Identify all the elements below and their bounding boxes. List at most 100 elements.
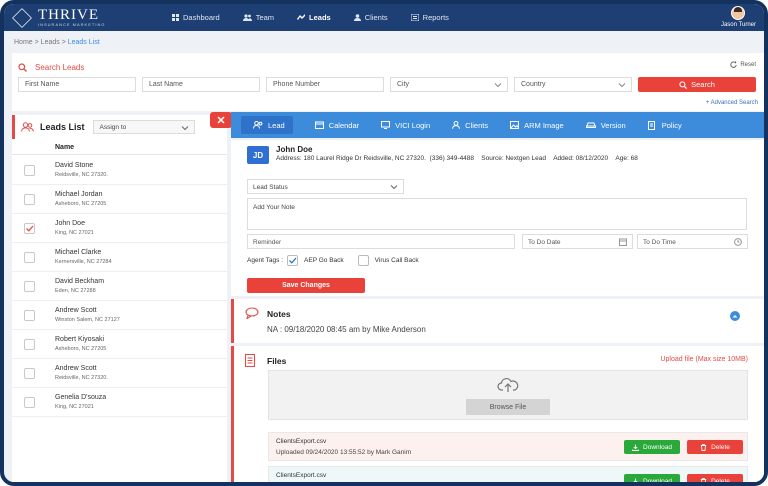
calendar-icon (619, 238, 627, 246)
todo-date-input[interactable]: To Do Date (522, 234, 633, 249)
city-select-label: City (397, 81, 410, 88)
nav-clients[interactable]: Clients (353, 13, 388, 22)
lead-checkbox[interactable] (24, 165, 35, 176)
lead-name: John Doe (276, 145, 313, 154)
users-icon (21, 122, 34, 132)
lead-name[interactable]: David Beckham (55, 278, 104, 285)
lead-checkbox[interactable] (24, 281, 35, 292)
download-label: Download (643, 477, 672, 485)
assign-to-select[interactable]: Assign to (92, 120, 195, 134)
lead-checkbox[interactable] (24, 223, 35, 234)
lead-row[interactable]: David Beckham Eden, NC 27288 (12, 272, 227, 301)
phone-input[interactable]: Phone Number (266, 77, 384, 92)
todo-time-input[interactable]: To Do Time (637, 234, 748, 249)
lead-checkbox[interactable] (24, 310, 35, 321)
advanced-search-link[interactable]: + Advanced Search (706, 100, 758, 106)
file-dropzone[interactable]: Browse File (268, 370, 748, 420)
download-button[interactable]: Download (624, 440, 680, 454)
nav-dashboard[interactable]: Dashboard (172, 13, 220, 22)
search-button[interactable]: Search (638, 77, 756, 92)
delete-button[interactable]: Delete (687, 474, 743, 482)
lead-name[interactable]: Andrew Scott (55, 365, 97, 372)
lead-row[interactable]: Michael Clarke Kernersville, NC 27284 (12, 243, 227, 272)
source-label: Source: (481, 155, 504, 162)
lead-checkbox[interactable] (24, 339, 35, 350)
added-label: Added: (553, 155, 574, 162)
lead-row[interactable]: Michael Jordan Asheboro, NC 27205 (12, 185, 227, 214)
tag-aep-go-back-checkbox[interactable] (287, 255, 299, 266)
lead-checkbox[interactable] (24, 368, 35, 379)
lead-address: King, NC 27021 (55, 404, 94, 410)
save-changes-button[interactable]: Save Changes (247, 278, 365, 293)
nav-clients-label: Clients (364, 13, 388, 22)
tab-version[interactable]: Version (585, 116, 626, 134)
lead-initials-avatar: JD (247, 146, 269, 164)
lead-row[interactable]: Robert Kiyosaki Asheboro, NC 27205 (12, 330, 227, 359)
tab-policy[interactable]: Policy (647, 116, 682, 134)
lead-row[interactable]: Genelia D'souza King, NC 27021 (12, 388, 227, 417)
lead-name[interactable]: Michael Jordan (55, 191, 102, 198)
download-button[interactable]: Download (624, 474, 680, 485)
tab-vici-login[interactable]: VICI Login (381, 116, 430, 134)
lead-row[interactable]: Andrew Scott Winston Salem, NC 27127 (12, 301, 227, 330)
browse-file-button[interactable]: Browse File (466, 399, 550, 415)
country-select[interactable]: Country (514, 77, 632, 92)
breadcrumb-home[interactable]: Home (14, 39, 33, 46)
files-card: Files Upload file (Max size 10MB) Browse… (231, 346, 764, 485)
tag-virus-call-back-checkbox[interactable] (357, 255, 369, 266)
lead-status-select[interactable]: Lead Status (247, 179, 404, 194)
upload-file-link[interactable]: Upload file (Max size 10MB) (660, 356, 748, 363)
close-icon (217, 116, 225, 124)
name-column-header[interactable]: Name (12, 141, 227, 155)
lead-name[interactable]: David Stone (55, 162, 93, 169)
reset-label: Reset (740, 61, 756, 68)
lead-checkbox[interactable] (24, 252, 35, 263)
lead-row[interactable]: Andrew Scott Reidsville, NC 27320. (12, 359, 227, 388)
close-panel-button[interactable] (210, 112, 232, 128)
reset-button[interactable]: Reset (730, 61, 756, 68)
breadcrumb-leads[interactable]: Leads (41, 39, 60, 46)
user-menu[interactable]: Jason Turner (721, 6, 756, 28)
lead-checkbox[interactable] (24, 194, 35, 205)
monitor-icon (381, 121, 391, 129)
lead-name[interactable]: Michael Clarke (55, 249, 101, 256)
avatar (731, 6, 746, 20)
logo[interactable]: THRIVE INSURANCE MARKETING (12, 7, 105, 28)
notes-title: Notes (267, 309, 291, 319)
note-textarea[interactable]: Add Your Note (247, 198, 747, 230)
clients-icon (452, 121, 461, 129)
reminder-input[interactable]: Reminder (247, 234, 515, 249)
tab-lead[interactable]: Lead (241, 116, 293, 134)
nav-leads[interactable]: Leads (297, 13, 331, 22)
tab-clients[interactable]: Clients (452, 116, 488, 134)
nav-reports[interactable]: Reports (410, 13, 449, 22)
collapse-notes-button[interactable] (730, 311, 740, 321)
leads-list-header: Leads List Assign to (12, 115, 227, 139)
search-icon (679, 80, 688, 89)
image-icon (510, 121, 520, 129)
lead-row[interactable]: David Stone Reidsville, NC 27320. (12, 156, 227, 185)
last-name-input[interactable]: Last Name (142, 77, 260, 92)
chevron-up-icon (732, 315, 738, 318)
breadcrumb: Home > Leads > Leads List (14, 39, 100, 46)
tab-arm-image[interactable]: ARM Image (510, 116, 564, 134)
lead-name[interactable]: John Doe (55, 220, 85, 227)
lead-name[interactable]: Robert Kiyosaki (55, 336, 104, 343)
lead-row[interactable]: John Doe King, NC 27021 (12, 214, 227, 243)
trash-icon (700, 477, 707, 482)
check-icon (26, 225, 34, 232)
lead-checkbox[interactable] (24, 397, 35, 408)
clients-icon (353, 14, 361, 21)
city-select[interactable]: City (390, 77, 508, 92)
lead-name[interactable]: Andrew Scott (55, 307, 97, 314)
tab-policy-label: Policy (661, 120, 682, 130)
first-name-input[interactable]: First Name (18, 77, 136, 92)
lead-address: Reidsville, NC 27320. (55, 375, 108, 381)
tab-calendar[interactable]: Calendar (314, 116, 359, 134)
tab-lead-label: Lead (268, 120, 285, 130)
lead-form-card: JD John Doe Address: 180 Laurel Ridge Dr… (231, 140, 764, 296)
delete-button[interactable]: Delete (687, 440, 743, 454)
lead-name[interactable]: Genelia D'souza (55, 394, 106, 401)
nav-team[interactable]: Team (242, 13, 274, 22)
breadcrumb-separator: > (59, 39, 68, 46)
